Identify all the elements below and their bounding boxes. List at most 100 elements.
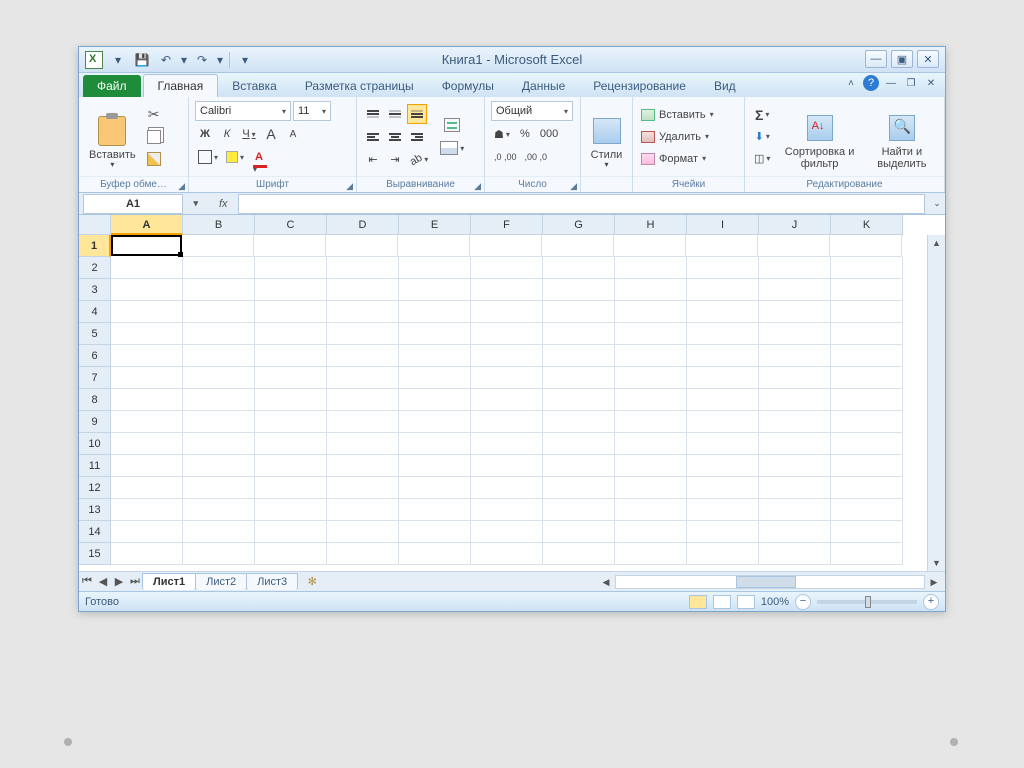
italic-button[interactable]: К [217, 124, 237, 144]
cell-I5[interactable] [687, 323, 759, 345]
cell-C12[interactable] [255, 477, 327, 499]
cell-B14[interactable] [183, 521, 255, 543]
cell-F9[interactable] [471, 411, 543, 433]
expand-formula-bar-icon[interactable]: ⌄ [929, 198, 945, 209]
cell-D15[interactable] [327, 543, 399, 565]
cell-B2[interactable] [183, 257, 255, 279]
cell-B10[interactable] [183, 433, 255, 455]
number-launcher-icon[interactable]: ◢ [570, 179, 577, 194]
zoom-slider[interactable] [817, 600, 917, 604]
cell-D10[interactable] [327, 433, 399, 455]
cell-J9[interactable] [759, 411, 831, 433]
help-icon[interactable]: ? [863, 75, 879, 91]
increase-indent-button[interactable]: ⇥ [385, 150, 405, 170]
cell-E11[interactable] [399, 455, 471, 477]
cell-A9[interactable] [111, 411, 183, 433]
cell-D7[interactable] [327, 367, 399, 389]
row-header-4[interactable]: 4 [79, 301, 111, 323]
clipboard-launcher-icon[interactable]: ◢ [178, 179, 185, 194]
cell-D9[interactable] [327, 411, 399, 433]
cell-D6[interactable] [327, 345, 399, 367]
row-header-7[interactable]: 7 [79, 367, 111, 389]
minimize-ribbon-icon[interactable]: ˄ [843, 76, 859, 90]
row-header-6[interactable]: 6 [79, 345, 111, 367]
row-header-13[interactable]: 13 [79, 499, 111, 521]
cell-C8[interactable] [255, 389, 327, 411]
cell-A5[interactable] [111, 323, 183, 345]
percent-button[interactable]: % [515, 124, 535, 144]
cell-H6[interactable] [615, 345, 687, 367]
column-header-C[interactable]: C [255, 215, 327, 235]
cell-G4[interactable] [543, 301, 615, 323]
sheet-nav-next-icon[interactable]: ▶ [111, 575, 127, 588]
cell-D2[interactable] [327, 257, 399, 279]
cell-D11[interactable] [327, 455, 399, 477]
cell-F1[interactable] [470, 235, 542, 257]
cut-button[interactable]: ✂ [144, 105, 164, 125]
comma-style-button[interactable]: 000 [537, 124, 561, 144]
fill-color-button[interactable] [223, 147, 247, 167]
row-header-10[interactable]: 10 [79, 433, 111, 455]
row-header-15[interactable]: 15 [79, 543, 111, 565]
column-header-J[interactable]: J [759, 215, 831, 235]
borders-button[interactable] [195, 147, 221, 167]
paste-button[interactable]: Вставить ▾ [85, 101, 140, 172]
align-bottom-button[interactable] [407, 104, 427, 124]
tab-home[interactable]: Главная [143, 74, 219, 97]
cell-D1[interactable] [326, 235, 398, 257]
align-center-button[interactable] [385, 127, 405, 147]
cell-G10[interactable] [543, 433, 615, 455]
tab-formulas[interactable]: Формулы [428, 75, 508, 97]
cell-G7[interactable] [543, 367, 615, 389]
cell-B6[interactable] [183, 345, 255, 367]
cell-F11[interactable] [471, 455, 543, 477]
find-select-button[interactable]: Найти и выделить [866, 101, 938, 172]
cell-J1[interactable] [758, 235, 830, 257]
cell-D4[interactable] [327, 301, 399, 323]
cell-G14[interactable] [543, 521, 615, 543]
cell-F8[interactable] [471, 389, 543, 411]
cell-A6[interactable] [111, 345, 183, 367]
row-header-1[interactable]: 1 [79, 235, 111, 257]
redo-icon[interactable]: ↷ [191, 50, 213, 70]
cell-E7[interactable] [399, 367, 471, 389]
cell-G3[interactable] [543, 279, 615, 301]
cell-H10[interactable] [615, 433, 687, 455]
save-icon[interactable]: 💾 [131, 50, 153, 70]
cells-area[interactable] [111, 235, 927, 571]
zoom-out-button[interactable]: − [795, 594, 811, 610]
row-header-14[interactable]: 14 [79, 521, 111, 543]
view-page-layout-button[interactable] [713, 595, 731, 609]
bold-button[interactable]: Ж [195, 124, 215, 144]
cell-A7[interactable] [111, 367, 183, 389]
sheet-nav-last-icon[interactable]: ⏭ [127, 575, 143, 588]
orientation-button[interactable]: ab [407, 150, 431, 170]
cell-E13[interactable] [399, 499, 471, 521]
undo-icon[interactable]: ↶ [155, 50, 177, 70]
name-box[interactable]: A1 [83, 194, 183, 214]
cell-G6[interactable] [543, 345, 615, 367]
tab-data[interactable]: Данные [508, 75, 579, 97]
zoom-in-button[interactable]: + [923, 594, 939, 610]
cell-C5[interactable] [255, 323, 327, 345]
cell-A1[interactable] [111, 235, 182, 256]
cell-H5[interactable] [615, 323, 687, 345]
column-header-F[interactable]: F [471, 215, 543, 235]
column-header-H[interactable]: H [615, 215, 687, 235]
cell-J15[interactable] [759, 543, 831, 565]
copy-button[interactable] [144, 127, 164, 147]
cell-E8[interactable] [399, 389, 471, 411]
cell-A3[interactable] [111, 279, 183, 301]
cell-J6[interactable] [759, 345, 831, 367]
cell-I4[interactable] [687, 301, 759, 323]
cell-B9[interactable] [183, 411, 255, 433]
cell-H2[interactable] [615, 257, 687, 279]
row-header-2[interactable]: 2 [79, 257, 111, 279]
tab-view[interactable]: Вид [700, 75, 750, 97]
cell-I10[interactable] [687, 433, 759, 455]
cell-E3[interactable] [399, 279, 471, 301]
cell-B4[interactable] [183, 301, 255, 323]
cell-F6[interactable] [471, 345, 543, 367]
cell-G12[interactable] [543, 477, 615, 499]
cell-D5[interactable] [327, 323, 399, 345]
